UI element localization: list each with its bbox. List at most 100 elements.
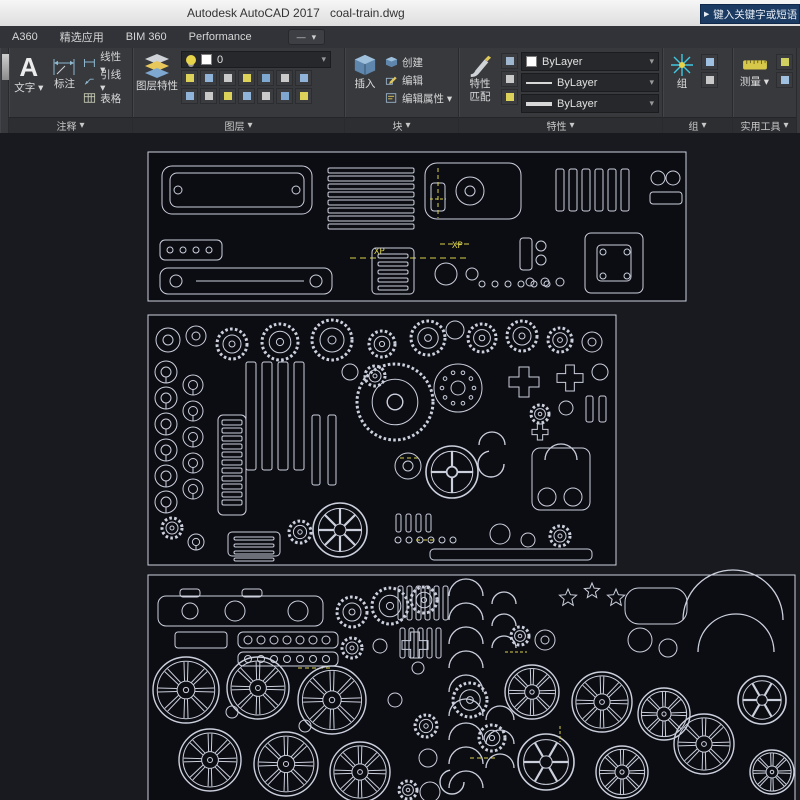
group-button[interactable]: 组: [666, 51, 698, 117]
create-cube-icon: [385, 56, 398, 68]
panel-properties-title: 特性: [546, 118, 566, 133]
layer-tool-icon[interactable]: [181, 70, 198, 86]
linear-icon: [83, 57, 96, 68]
leader-button[interactable]: 引线 ▾: [83, 72, 129, 88]
search-placeholder: 键入关键字或短语: [713, 7, 797, 22]
edit-block-button[interactable]: 编辑: [385, 72, 452, 88]
table-button[interactable]: 表格: [83, 90, 129, 106]
lightbulb-icon: [186, 55, 196, 65]
panel-utilities-title: 实用工具: [740, 118, 780, 133]
layer-tool-icon[interactable]: [276, 88, 293, 104]
chevron-down-icon: ▾: [321, 54, 326, 65]
layer-tool-icon[interactable]: [295, 88, 312, 104]
layer-color-swatch: [201, 54, 212, 65]
drawing-svg[interactable]: XPXP: [0, 133, 800, 800]
panel-group: 组 组 ▾: [663, 48, 733, 133]
chevron-down-icon: ▾: [79, 120, 84, 131]
ribbon-minimize-button[interactable]: — ▾: [288, 29, 326, 45]
group-label: 组: [677, 78, 688, 90]
minimize-dash-icon: —: [297, 32, 306, 42]
id-point-icon[interactable]: [776, 72, 793, 88]
layer-stack-icon: [142, 53, 172, 79]
ribbon-tab-bar: A360 精选应用 BIM 360 Performance — ▾: [0, 26, 800, 48]
panel-layers: 图层特性 0 ▾ 图层 ▾: [133, 48, 345, 133]
group-star-icon: [670, 53, 694, 77]
tab-featured-apps[interactable]: 精选应用: [60, 29, 104, 45]
chevron-down-icon: ▾: [701, 120, 706, 131]
dimension-button[interactable]: 标注: [49, 51, 81, 117]
layer-tool-icon[interactable]: [219, 70, 236, 86]
chevron-down-icon: ▾: [649, 98, 654, 109]
tab-performance[interactable]: Performance: [189, 31, 252, 43]
ribbon: A 文字 ▾ 标注 线性 ▾: [0, 48, 800, 134]
tab-bim360[interactable]: BIM 360: [126, 31, 167, 43]
panel-utilities-footer[interactable]: 实用工具 ▾: [733, 117, 796, 133]
match-properties-label-1: 特性: [470, 78, 491, 90]
ungroup-icon[interactable]: [701, 54, 718, 70]
panel-group-footer[interactable]: 组 ▾: [663, 117, 732, 133]
create-block-button[interactable]: 创建: [385, 54, 452, 70]
text-tool-label: 文字 ▾: [14, 82, 43, 94]
group-edit-icon[interactable]: [701, 72, 718, 88]
panel-properties: 特性 匹配 ByLayer ▾ ByLayer ▾: [459, 48, 663, 133]
infocenter-search[interactable]: ▸ 键入关键字或短语: [700, 4, 800, 24]
drawing-area[interactable]: XPXP: [0, 133, 800, 800]
lineweight-sample: [526, 102, 552, 106]
chevron-down-icon: ▾: [405, 120, 410, 131]
chevron-down-icon: ▾: [649, 56, 654, 67]
properties-paint-icon[interactable]: [501, 71, 518, 87]
text-tool-button[interactable]: A 文字 ▾: [12, 51, 46, 117]
layer-tool-icon[interactable]: [257, 88, 274, 104]
layer-tool-icon[interactable]: [238, 70, 255, 86]
chevron-down-icon: ▾: [569, 120, 574, 131]
panel-properties-footer[interactable]: 特性 ▾: [459, 117, 662, 133]
edit-attr-icon: [385, 92, 398, 104]
insert-block-button[interactable]: 插入: [348, 51, 382, 117]
linetype-value: ByLayer: [557, 77, 597, 89]
layer-tools-row-1: [181, 70, 341, 86]
properties-settings-icon[interactable]: [501, 89, 518, 105]
layer-tool-icon[interactable]: [276, 70, 293, 86]
panel-layers-title: 图层: [224, 118, 244, 133]
dimension-icon: [51, 53, 77, 77]
partial-panel-sliver: [0, 48, 9, 133]
panel-utilities: 测量 ▾ 实用工具 ▾: [733, 48, 797, 133]
match-properties-label-2: 匹配: [470, 91, 491, 103]
layer-tool-icon[interactable]: [200, 70, 217, 86]
match-properties-button[interactable]: 特性 匹配: [462, 51, 498, 117]
lineweight-value: ByLayer: [557, 98, 597, 110]
app-title: Autodesk AutoCAD 2017: [187, 6, 320, 20]
tab-a360[interactable]: A360: [12, 31, 38, 43]
object-color-value: ByLayer: [542, 56, 582, 68]
measure-button[interactable]: 测量 ▾: [736, 51, 773, 117]
linetype-sample: [526, 82, 552, 84]
current-layer-value: 0: [217, 54, 223, 66]
lineweight-combo[interactable]: ByLayer ▾: [521, 94, 659, 113]
panel-annotate-footer[interactable]: 注释 ▾: [9, 117, 132, 133]
panel-block-footer[interactable]: 块 ▾: [345, 117, 458, 133]
linetype-combo[interactable]: ByLayer ▾: [521, 73, 659, 92]
layer-tool-icon[interactable]: [181, 88, 198, 104]
layer-select-combo[interactable]: 0 ▾: [181, 51, 331, 68]
create-block-label: 创建: [402, 55, 423, 70]
measure-ruler-icon: [741, 53, 769, 75]
edit-attributes-button[interactable]: 编辑属性 ▾: [385, 90, 452, 106]
dimension-label: 标注: [54, 78, 75, 90]
match-brush-icon: [468, 53, 492, 77]
properties-list-icon[interactable]: [501, 53, 518, 69]
panel-layers-footer[interactable]: 图层 ▾: [133, 117, 344, 133]
insert-cube-icon: [352, 53, 378, 77]
layer-tool-icon[interactable]: [238, 88, 255, 104]
edit-attributes-label: 编辑属性 ▾: [402, 91, 452, 106]
edit-block-label: 编辑: [402, 73, 423, 88]
layer-tool-icon[interactable]: [257, 70, 274, 86]
chevron-down-icon: ▾: [649, 77, 654, 88]
layer-tool-icon[interactable]: [200, 88, 217, 104]
object-color-combo[interactable]: ByLayer ▾: [521, 52, 659, 71]
layer-tool-icon[interactable]: [295, 70, 312, 86]
svg-text:XP: XP: [452, 241, 463, 251]
layer-properties-button[interactable]: 图层特性: [136, 51, 178, 117]
chevron-down-icon: ▾: [247, 120, 252, 131]
layer-tool-icon[interactable]: [219, 88, 236, 104]
quick-calc-icon[interactable]: [776, 54, 793, 70]
